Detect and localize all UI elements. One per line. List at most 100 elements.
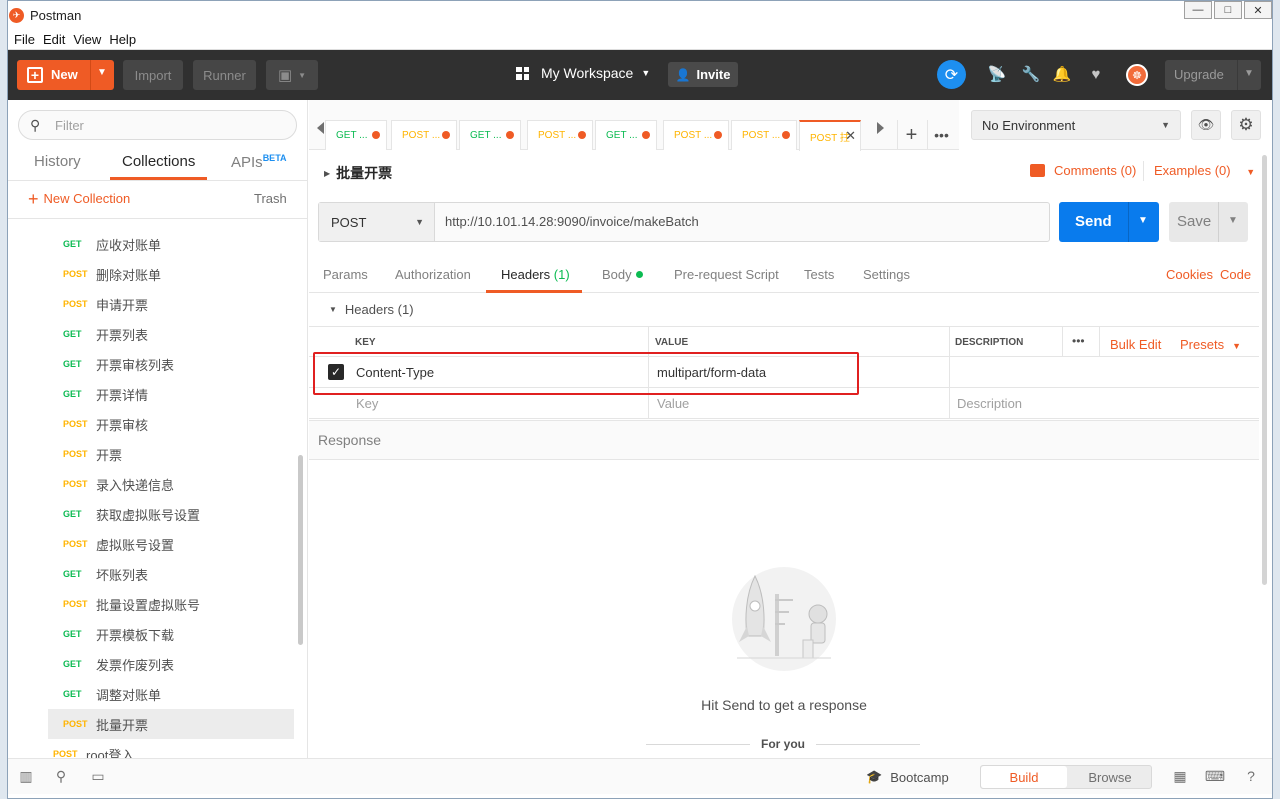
filter-input[interactable] (55, 117, 275, 133)
scroll-left-icon[interactable] (317, 122, 324, 134)
sync-icon[interactable]: ⟳ (937, 60, 966, 89)
list-item[interactable]: GET 坏账列表 (48, 559, 294, 589)
list-item[interactable]: POST 申请开票 (48, 289, 294, 319)
send-button[interactable]: Send ▼ (1059, 202, 1159, 242)
list-item[interactable]: POST 虚拟账号设置 (48, 529, 294, 559)
list-item[interactable]: POST 批量设置虚拟账号 (48, 589, 294, 619)
key-placeholder[interactable]: Key (356, 396, 378, 411)
menu-help[interactable]: Help (109, 32, 136, 47)
request-tab[interactable]: POST ... (527, 120, 593, 150)
bootcamp-button[interactable]: 🎓 Bootcamp (866, 769, 949, 785)
help-icon[interactable]: ? (1243, 768, 1259, 784)
list-item[interactable]: POST 开票审核 (48, 409, 294, 439)
request-tab-bar: GET ... POST ... GET ... POST ... GET ..… (309, 100, 959, 151)
gear-icon[interactable]: ⚙ (1231, 110, 1261, 140)
tab-settings[interactable]: Settings (863, 267, 910, 282)
tab-apis[interactable]: APIsBETA (231, 153, 287, 171)
find-icon[interactable]: ⚲ (53, 768, 69, 784)
list-item[interactable]: GET 调整对账单 (48, 679, 294, 709)
tab-collections[interactable]: Collections (122, 153, 195, 170)
sidebar-toggle-icon[interactable]: ▥ (18, 768, 34, 784)
request-tab[interactable]: POST ... (663, 120, 729, 150)
tab-tests[interactable]: Tests (804, 267, 834, 282)
new-collection-button[interactable]: + New Collection (28, 190, 130, 208)
new-tab-button[interactable]: + (897, 120, 925, 150)
list-item[interactable]: GET 开票详情 (48, 379, 294, 409)
main-scrollbar[interactable] (1262, 155, 1267, 585)
code-link[interactable]: Code (1220, 267, 1251, 282)
tab-body[interactable]: Body (602, 267, 643, 282)
sidebar-scrollbar[interactable] (298, 455, 303, 645)
maximize-button[interactable]: □ (1214, 1, 1242, 19)
value-placeholder[interactable]: Value (657, 396, 689, 411)
workspace-switcher[interactable]: My Workspace ▼ (516, 65, 650, 81)
request-tab[interactable]: POST ... (731, 120, 797, 150)
environment-select[interactable]: No Environment ▼ (971, 110, 1181, 140)
list-item[interactable]: POST 录入快递信息 (48, 469, 294, 499)
avatar[interactable]: ☸ (1126, 64, 1148, 86)
browse-button[interactable]: Browse (1067, 766, 1153, 788)
more-options-icon[interactable]: ••• (1072, 334, 1085, 348)
request-tab-active[interactable]: POST 拄 ✕ (799, 120, 861, 151)
request-tab[interactable]: GET ... (325, 120, 387, 150)
tab-history[interactable]: History (34, 153, 81, 170)
list-item[interactable]: GET 获取虚拟账号设置 (48, 499, 294, 529)
tab-pre-request-script[interactable]: Pre-request Script (674, 267, 779, 282)
presets-dropdown[interactable]: Presets ▼ (1180, 337, 1241, 352)
filter-field[interactable]: ⚲ (18, 110, 297, 140)
method-select[interactable]: POST ▼ (319, 203, 435, 241)
heart-icon[interactable]: ♥ (1087, 65, 1105, 83)
list-item[interactable]: POST 删除对账单 (48, 259, 294, 289)
request-tab[interactable]: GET ... (459, 120, 521, 150)
description-placeholder[interactable]: Description (957, 396, 1022, 411)
list-item[interactable]: GET 开票列表 (48, 319, 294, 349)
chevron-down-icon[interactable]: ▼ (1138, 215, 1148, 226)
runner-button[interactable]: Runner (193, 60, 256, 90)
save-button[interactable]: Save ▼ (1169, 202, 1248, 242)
comments-link[interactable]: Comments (0) (1030, 163, 1136, 178)
chevron-down-icon[interactable]: ▼ (97, 67, 107, 78)
bell-icon[interactable]: 🔔 (1053, 65, 1072, 83)
chevron-down-icon[interactable]: ▼ (1228, 215, 1238, 226)
close-icon[interactable]: ✕ (845, 128, 856, 144)
url-input[interactable] (445, 214, 1035, 229)
menu-view[interactable]: View (73, 32, 101, 47)
request-tab[interactable]: GET ... (595, 120, 657, 150)
new-button[interactable]: + New ▼ (17, 60, 114, 90)
headers-section-toggle[interactable]: ▼ Headers (1) (329, 302, 414, 317)
list-item[interactable]: POST root登入 (38, 739, 284, 759)
menu-file[interactable]: File (14, 32, 35, 47)
upgrade-button[interactable]: Upgrade ▼ (1165, 60, 1261, 90)
minimize-button[interactable]: — (1184, 1, 1212, 19)
list-item-selected[interactable]: POST 批量开票 (48, 709, 294, 739)
list-item[interactable]: POST 开票 (48, 439, 294, 469)
invite-button[interactable]: 👤 Invite (668, 62, 738, 87)
menu-edit[interactable]: Edit (43, 32, 65, 47)
list-item[interactable]: GET 发票作废列表 (48, 649, 294, 679)
cookies-link[interactable]: Cookies (1166, 267, 1213, 282)
new-window-button[interactable]: ▣ ▼ (266, 60, 318, 90)
bulk-edit-link[interactable]: Bulk Edit (1110, 337, 1161, 352)
tab-headers[interactable]: Headers (1) (501, 267, 570, 282)
trash-link[interactable]: Trash (254, 191, 287, 206)
build-button[interactable]: Build (981, 766, 1067, 788)
examples-dropdown[interactable]: Examples (0) ▼ (1154, 163, 1255, 178)
request-tab[interactable]: POST ... (391, 120, 457, 150)
title-bar: ✈ Postman — □ ✕ (8, 1, 1272, 29)
tab-params[interactable]: Params (323, 267, 368, 282)
list-item[interactable]: GET 开票审核列表 (48, 349, 294, 379)
close-window-button[interactable]: ✕ (1244, 1, 1272, 19)
console-icon[interactable]: ▭ (90, 768, 106, 784)
more-tabs-icon[interactable]: ••• (927, 120, 955, 150)
import-button[interactable]: Import (123, 60, 183, 90)
scroll-right-icon[interactable] (877, 122, 884, 134)
two-pane-view-icon[interactable]: ▦ (1172, 768, 1188, 784)
satellite-icon[interactable]: 📡 (988, 65, 1007, 83)
keyboard-icon[interactable]: ⌨ (1205, 768, 1225, 784)
list-item[interactable]: GET 应收对账单 (48, 229, 294, 259)
wrench-icon[interactable]: 🔧 (1022, 65, 1041, 83)
request-name[interactable]: ▶ 批量开票 (324, 163, 392, 183)
tab-authorization[interactable]: Authorization (395, 267, 471, 282)
list-item[interactable]: GET 开票模板下载 (48, 619, 294, 649)
eye-icon[interactable]: 👁 (1191, 110, 1221, 140)
